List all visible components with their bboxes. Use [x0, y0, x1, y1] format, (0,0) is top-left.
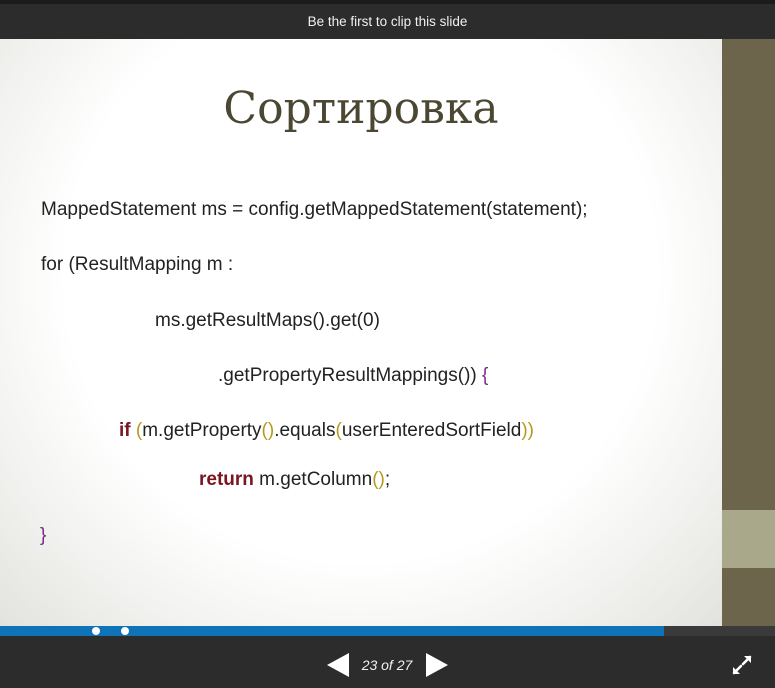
page-counter: 23 of 27 — [361, 657, 413, 673]
progress-bar[interactable] — [0, 626, 775, 636]
code-line-1: MappedStatement ms = config.getMappedSta… — [41, 199, 588, 220]
code-line-6: return m.getColumn(); — [199, 469, 390, 491]
code-line-3: ms.getResultMaps().get(0) — [155, 310, 380, 331]
code-line-2: for (ResultMapping m : — [41, 254, 234, 275]
code-line-7: } — [40, 525, 47, 546]
code-text: m.getProperty — [142, 420, 262, 441]
code-paren: )) — [521, 420, 535, 441]
code-line-4: .getPropertyResultMappings()) { — [218, 365, 488, 387]
slide-title: Сортировка — [223, 83, 499, 134]
code-keyword-return: return — [199, 469, 254, 490]
expand-arrows-icon-svg — [732, 655, 752, 675]
code-text: .getPropertyResultMappings()) — [218, 365, 477, 386]
progress-marker[interactable] — [121, 627, 129, 635]
triangle-left-icon[interactable] — [327, 653, 349, 677]
side-strip-accent — [722, 510, 775, 568]
code-line-5: if (m.getProperty().equals(userEnteredSo… — [119, 420, 534, 442]
next-slide-peek — [722, 39, 775, 626]
top-bar: Be the first to clip this slide — [0, 0, 775, 39]
code-brace: { — [476, 365, 489, 386]
slide-canvas: Сортировка MappedStatement ms = config.g… — [0, 39, 722, 626]
code-text: .equals — [274, 420, 336, 441]
code-paren: () — [261, 420, 275, 441]
progress-marker[interactable] — [92, 627, 100, 635]
code-text: m.getColumn — [253, 469, 373, 490]
code-text: userEnteredSortField — [341, 420, 522, 441]
code-keyword-if: if — [119, 420, 131, 441]
clip-slide-link[interactable]: Be the first to clip this slide — [308, 14, 468, 29]
code-paren: () — [372, 469, 385, 490]
expand-arrows-icon[interactable] — [731, 654, 753, 676]
bottom-bar: 23 of 27 — [0, 636, 775, 688]
code-paren: ( — [130, 420, 143, 441]
code-text: ; — [384, 469, 391, 490]
triangle-right-icon[interactable] — [426, 653, 448, 677]
